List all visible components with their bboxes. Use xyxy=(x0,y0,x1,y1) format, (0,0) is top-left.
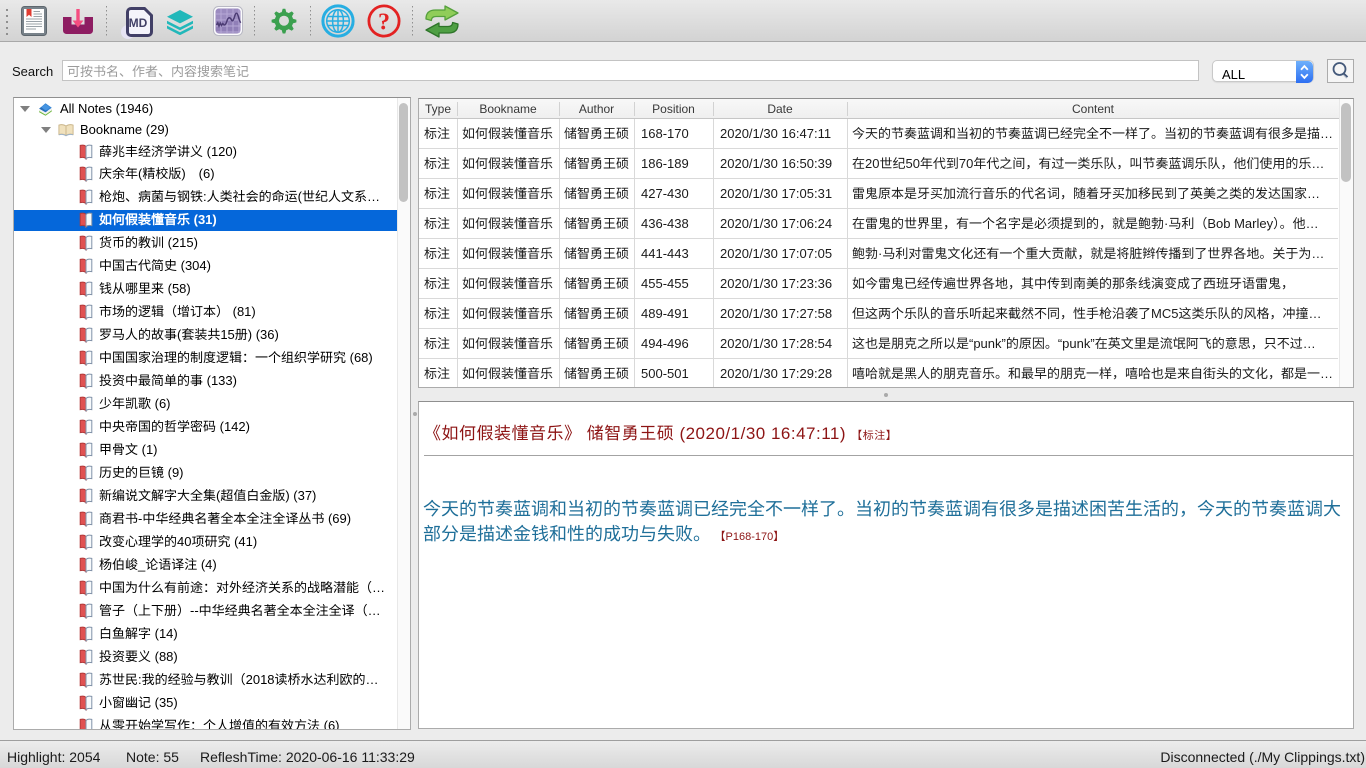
svg-text:?: ? xyxy=(378,10,390,36)
svg-text:MD: MD xyxy=(129,16,148,30)
